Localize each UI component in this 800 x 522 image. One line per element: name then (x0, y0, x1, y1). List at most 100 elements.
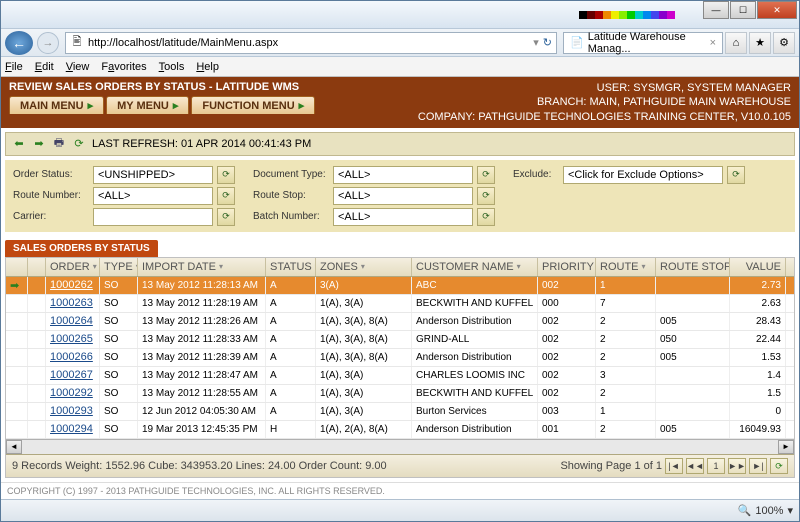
order-link[interactable]: 1000267 (50, 369, 93, 381)
zoom-dropdown-icon[interactable]: ▾ (787, 504, 793, 517)
address-bar[interactable]: 🖹 http://localhost/latitude/MainMenu.asp… (65, 32, 557, 54)
order-link[interactable]: 1000294 (50, 423, 93, 435)
browser-tab[interactable]: 📄 Latitude Warehouse Manag... × (563, 32, 723, 54)
order-link[interactable]: 1000262 (50, 279, 93, 291)
carrier-input[interactable] (93, 208, 213, 226)
menu-file[interactable]: File (5, 61, 23, 73)
scroll-right-icon[interactable]: ► (778, 440, 794, 454)
tab-main-menu[interactable]: MAIN MENU▸ (9, 96, 104, 114)
pager-next[interactable]: ►► (728, 458, 746, 474)
refresh-bar: ⬅ ➡ 🖶 ⟳ LAST REFRESH: 01 APR 2014 00:41:… (5, 132, 795, 156)
tab-icon: 📄 (570, 36, 584, 50)
table-row[interactable]: 1000264SO13 May 2012 11:28:26 AMA1(A), 3… (6, 313, 794, 331)
order-link[interactable]: 1000265 (50, 333, 93, 345)
col-route[interactable]: ROUTE▾ (596, 258, 656, 276)
play-icon: ▸ (88, 99, 94, 112)
col-import-date[interactable]: IMPORT DATE▾ (138, 258, 266, 276)
favorites-button[interactable]: ★ (749, 32, 771, 54)
horizontal-scrollbar[interactable]: ◄ ► (6, 439, 794, 454)
browser-window: — ☐ ✕ ← → 🖹 http://localhost/latitude/Ma… (0, 0, 800, 522)
close-button[interactable]: ✕ (757, 1, 797, 19)
menu-help[interactable]: Help (196, 61, 219, 73)
order-status-lookup[interactable]: ⟳ (217, 166, 235, 184)
row-indicator-icon: ➡ (10, 279, 19, 292)
scroll-left-icon[interactable]: ◄ (6, 440, 22, 454)
forward-button[interactable]: → (37, 32, 59, 54)
filter-panel: Order Status: <UNSHIPPED> ⟳ Route Number… (5, 160, 795, 232)
tab-my-menu[interactable]: MY MENU▸ (106, 96, 189, 114)
batch-number-input[interactable]: <ALL> (333, 208, 473, 226)
carrier-lookup[interactable]: ⟳ (217, 208, 235, 226)
batch-number-lookup[interactable]: ⟳ (477, 208, 495, 226)
col-status[interactable]: STATUS▾ (266, 258, 316, 276)
pager-prev[interactable]: ◄◄ (686, 458, 704, 474)
col-type[interactable]: TYPE▾ (100, 258, 138, 276)
back-button[interactable]: ← (5, 31, 33, 55)
order-link[interactable]: 1000292 (50, 387, 93, 399)
color-swatches (579, 11, 675, 19)
menu-tools[interactable]: Tools (159, 61, 185, 73)
dropdown-icon[interactable]: ▾ (533, 36, 539, 49)
doc-type-lookup[interactable]: ⟳ (477, 166, 495, 184)
doc-type-input[interactable]: <ALL> (333, 166, 473, 184)
window-titlebar: — ☐ ✕ (1, 1, 799, 29)
table-row[interactable]: 1000266SO13 May 2012 11:28:39 AMA1(A), 3… (6, 349, 794, 367)
zoom-icon[interactable]: 🔍 (738, 504, 752, 517)
print-icon[interactable]: 🖶 (52, 137, 66, 151)
menu-edit[interactable]: Edit (35, 61, 54, 73)
pager-refresh[interactable]: ⟳ (770, 458, 788, 474)
doc-type-label: Document Type: (253, 169, 329, 180)
table-row[interactable]: 1000267SO13 May 2012 11:28:47 AMA1(A), 3… (6, 367, 794, 385)
fwd-arrow-icon[interactable]: ➡ (32, 137, 46, 151)
table-row[interactable]: 1000265SO13 May 2012 11:28:33 AMA1(A), 3… (6, 331, 794, 349)
col-customer[interactable]: CUSTOMER NAME▾ (412, 258, 538, 276)
tab-close-icon[interactable]: × (710, 37, 716, 49)
order-link[interactable]: 1000264 (50, 315, 93, 327)
col-priority[interactable]: PRIORITY▾ (538, 258, 596, 276)
col-value[interactable]: VALUE (730, 258, 786, 276)
grid-footer: 9 Records Weight: 1552.96 Cube: 343953.2… (6, 454, 794, 477)
carrier-label: Carrier: (13, 211, 89, 222)
route-number-input[interactable]: <ALL> (93, 187, 213, 205)
maximize-button[interactable]: ☐ (730, 1, 756, 19)
menu-view[interactable]: View (66, 61, 90, 73)
data-grid: ORDER▾ TYPE▾ IMPORT DATE▾ STATUS▾ ZONES▾… (5, 257, 795, 478)
tools-button[interactable]: ⚙ (773, 32, 795, 54)
grid-section-header: SALES ORDERS BY STATUS (5, 240, 158, 257)
table-row[interactable]: 1000292SO13 May 2012 11:28:55 AMA1(A), 3… (6, 385, 794, 403)
menu-favorites[interactable]: Favorites (101, 61, 146, 73)
page-title: REVIEW SALES ORDERS BY STATUS - LATITUDE… (9, 81, 315, 93)
minimize-button[interactable]: — (703, 1, 729, 19)
refresh-icon[interactable]: ↻ (543, 36, 552, 49)
tab-function-menu[interactable]: FUNCTION MENU▸ (191, 96, 315, 114)
route-stop-input[interactable]: <ALL> (333, 187, 473, 205)
col-icon2[interactable] (28, 258, 46, 276)
order-link[interactable]: 1000266 (50, 351, 93, 363)
home-button[interactable]: ⌂ (725, 32, 747, 54)
page-icon: 🖹 (70, 36, 84, 50)
table-row[interactable]: ➡1000262SO13 May 2012 11:28:13 AMA3(A)AB… (6, 277, 794, 295)
route-stop-lookup[interactable]: ⟳ (477, 187, 495, 205)
order-status-input[interactable]: <UNSHIPPED> (93, 166, 213, 184)
exclude-lookup[interactable]: ⟳ (727, 166, 745, 184)
play-icon: ▸ (299, 99, 305, 112)
col-order[interactable]: ORDER▾ (46, 258, 100, 276)
refresh-icon[interactable]: ⟳ (72, 137, 86, 151)
browser-statusbar: 🔍 100% ▾ (1, 499, 799, 521)
order-link[interactable]: 1000263 (50, 297, 93, 309)
col-route-stop[interactable]: ROUTE STOP▾ (656, 258, 730, 276)
pager-last[interactable]: ►| (749, 458, 767, 474)
table-row[interactable]: 1000293SO12 Jun 2012 04:05:30 AMA1(A), 3… (6, 403, 794, 421)
order-link[interactable]: 1000293 (50, 405, 93, 417)
col-icon1[interactable] (6, 258, 28, 276)
pager-page[interactable]: 1 (707, 458, 725, 474)
pager-first[interactable]: |◄ (665, 458, 683, 474)
user-info: USER: SYSMGR, SYSTEM MANAGER (418, 81, 791, 95)
table-row[interactable]: 1000294SO19 Mar 2013 12:45:35 PMH1(A), 2… (6, 421, 794, 439)
back-arrow-icon[interactable]: ⬅ (12, 137, 26, 151)
table-row[interactable]: 1000263SO13 May 2012 11:28:19 AMA1(A), 3… (6, 295, 794, 313)
copyright: COPYRIGHT (C) 1997 - 2013 PATHGUIDE TECH… (1, 482, 799, 499)
col-zones[interactable]: ZONES▾ (316, 258, 412, 276)
exclude-input[interactable]: <Click for Exclude Options> (563, 166, 723, 184)
route-number-lookup[interactable]: ⟳ (217, 187, 235, 205)
